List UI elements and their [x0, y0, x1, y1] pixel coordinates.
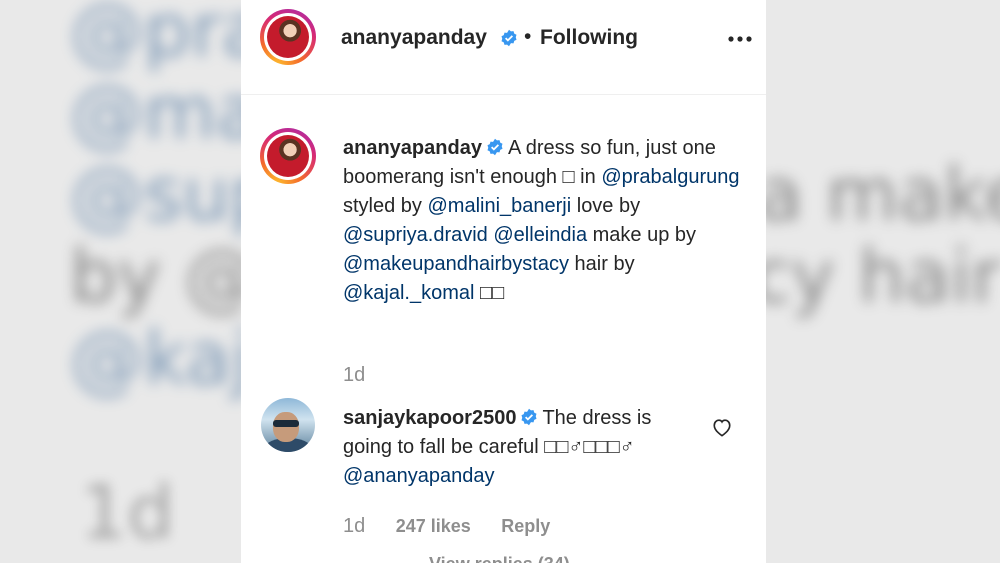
comment-emoji: □□♂□□□♂: [544, 436, 635, 458]
caption-emoji: □: [562, 166, 575, 188]
author-username[interactable]: ananyapanday: [341, 26, 487, 50]
comment-likes-count[interactable]: 247 likes: [396, 516, 471, 536]
caption-text: hair by: [568, 253, 635, 275]
verified-badge-icon: [501, 29, 517, 47]
verified-badge-icon: [487, 138, 503, 156]
post-panel: ananyapanday • Following ananyapanday A …: [241, 0, 766, 563]
more-options-icon[interactable]: [725, 24, 755, 54]
mention-link[interactable]: @kajal._komal: [343, 282, 474, 304]
post-header: ananyapanday • Following: [241, 0, 766, 95]
header-separator: •: [524, 25, 532, 48]
caption-text: styled by: [343, 195, 428, 217]
mention-link[interactable]: @makeupandhairbystacy: [343, 253, 569, 275]
view-replies-label: View replies (34): [429, 554, 570, 563]
caption-text: in: [574, 166, 602, 188]
caption-author-avatar[interactable]: [260, 128, 316, 184]
mention-link[interactable]: @supriya.dravid: [343, 224, 488, 246]
view-replies-button[interactable]: View replies (34): [391, 554, 570, 563]
bg-line-4b: cy hair b: [750, 234, 1000, 320]
reply-button[interactable]: Reply: [501, 516, 550, 536]
mention-link[interactable]: @malini_banerji: [427, 195, 571, 217]
comment-mention-link[interactable]: @ananyapanday: [343, 465, 495, 487]
bg-time: 1d: [80, 470, 175, 556]
caption-author-username[interactable]: ananyapanday: [343, 137, 482, 159]
author-avatar[interactable]: [260, 9, 316, 65]
comment-body: sanjaykapoor2500 The dress is going to f…: [343, 404, 703, 491]
comment-meta: 1d 247 likes Reply: [343, 515, 550, 538]
caption-text: make up by: [587, 224, 697, 246]
mention-link[interactable]: @elleindia: [493, 224, 587, 246]
caption-text: love by: [571, 195, 641, 217]
bg-line-3-tail: a make u: [757, 152, 1000, 238]
caption-emoji: □□: [474, 282, 505, 304]
verified-badge-icon: [521, 408, 537, 426]
caption-timestamp[interactable]: 1d: [343, 364, 365, 387]
comment-timestamp[interactable]: 1d: [343, 515, 365, 537]
post-caption: ananyapanday A dress so fun, just one bo…: [343, 134, 743, 308]
heart-icon[interactable]: [711, 417, 733, 437]
commenter-username[interactable]: sanjaykapoor2500: [343, 407, 516, 429]
mention-link[interactable]: @prabalgurung: [601, 166, 739, 188]
commenter-avatar[interactable]: [261, 398, 315, 452]
following-button[interactable]: Following: [540, 26, 638, 50]
